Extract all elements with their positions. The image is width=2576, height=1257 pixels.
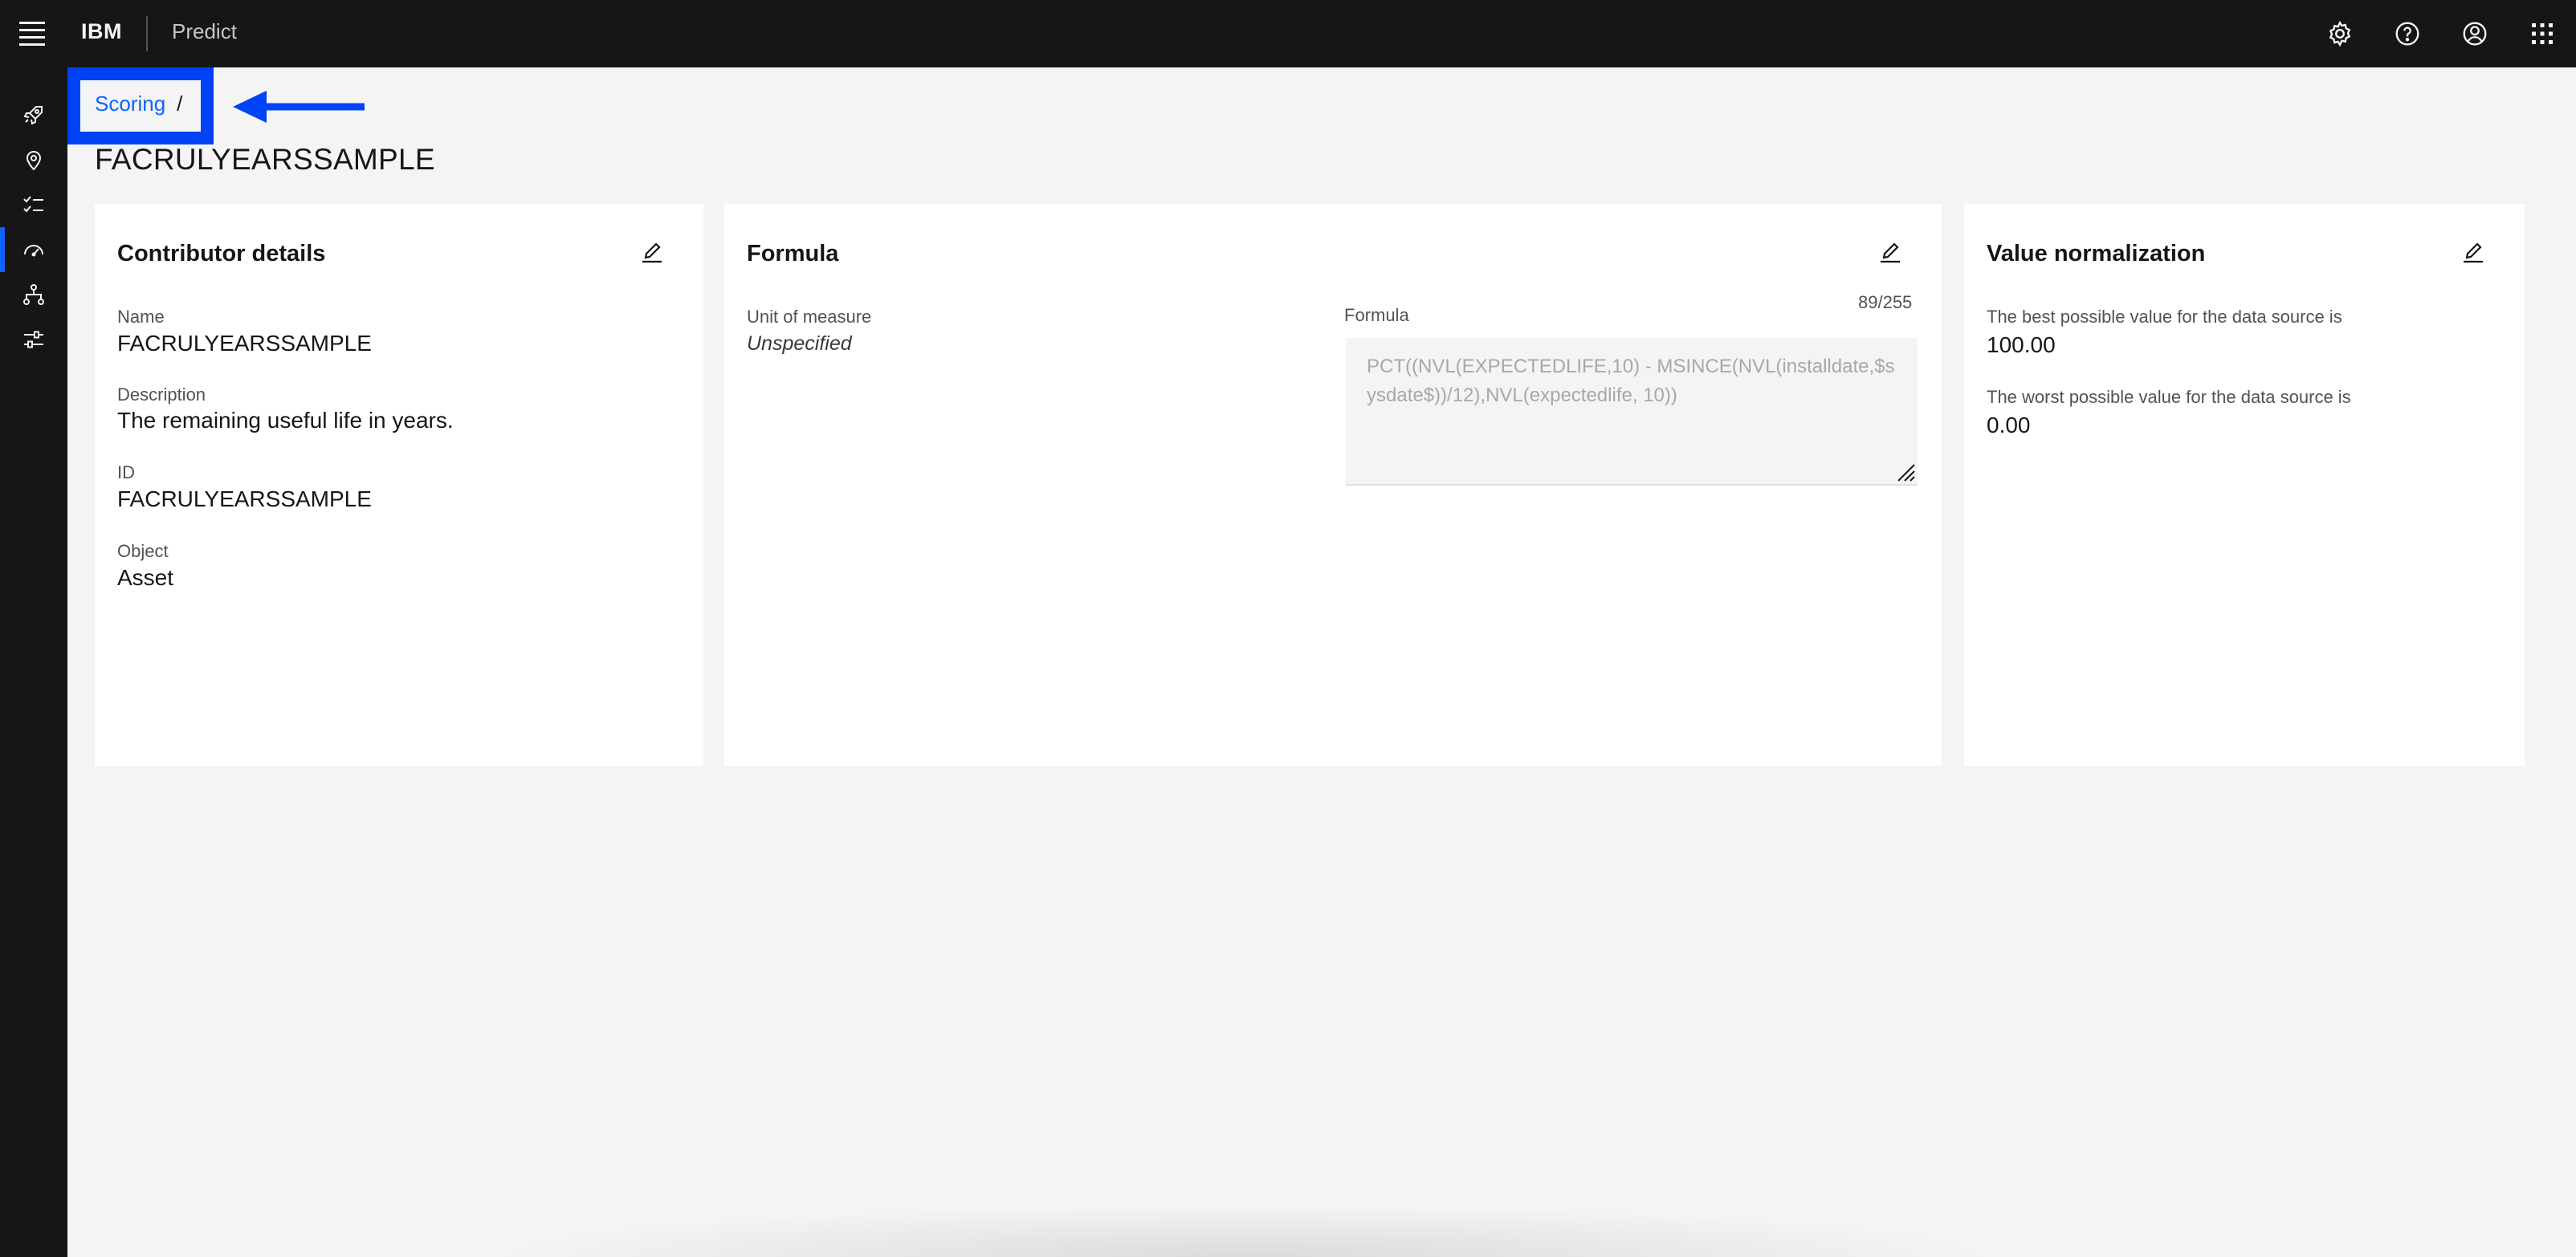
brand-name[interactable]: IBM [81, 19, 122, 44]
worst-value-label: The worst possible value for the data so… [1987, 387, 2351, 407]
formula-field-label: Formula [1344, 305, 1409, 325]
object-label: Object [117, 541, 169, 561]
hierarchy-icon [23, 284, 44, 305]
breadcrumb: Scoring / [95, 92, 182, 116]
formula-card: Formula Unit of measure Unspecified Form… [724, 204, 1942, 766]
best-value-label: The best possible value for the data sou… [1987, 307, 2342, 327]
header-actions [2306, 0, 2576, 67]
breadcrumb-link-scoring[interactable]: Scoring [95, 92, 165, 116]
description-label: Description [117, 384, 206, 405]
unit-of-measure-value: Unspecified [747, 332, 852, 355]
page-title: FACRULYEARSSAMPLE [95, 143, 435, 176]
edit-icon [2464, 242, 2483, 263]
arrow-left-icon [233, 91, 365, 123]
contributor-details-title: Contributor details [117, 241, 326, 266]
formula-text: PCT((NVL(EXPECTEDLIFE,10) - MSINCE(NVL(i… [1367, 356, 1895, 406]
settings-icon[interactable] [2306, 0, 2374, 67]
formula-textarea[interactable]: PCT((NVL(EXPECTEDLIFE,10) - MSINCE(NVL(i… [1346, 338, 1918, 486]
name-value: FACRULYEARSSAMPLE [117, 331, 372, 356]
sidebar-item-checklist[interactable] [0, 182, 67, 227]
header-divider [146, 16, 148, 51]
formula-title: Formula [747, 241, 839, 266]
contributor-details-card: Contributor details Name FACRULYEARSSAMP… [95, 204, 703, 766]
id-value: FACRULYEARSSAMPLE [117, 486, 372, 511]
edit-contributor-button[interactable] [634, 236, 670, 271]
best-value: 100.00 [1987, 332, 2056, 357]
resize-handle-icon[interactable] [1895, 462, 1916, 482]
app-switcher-icon[interactable] [2509, 0, 2576, 67]
meter-icon [24, 245, 43, 257]
name-label: Name [117, 307, 165, 327]
value-normalization-card: Value normalization The best possible va… [1964, 204, 2525, 766]
sidebar-item-scoring[interactable] [0, 227, 67, 272]
edit-icon [642, 242, 662, 263]
side-nav-rail [0, 67, 67, 1257]
menu-icon[interactable] [19, 21, 47, 47]
sidebar-item-settings[interactable] [0, 317, 67, 362]
location-icon [26, 151, 42, 171]
sidebar-item-hierarchy[interactable] [0, 272, 67, 317]
breadcrumb-separator: / [177, 92, 183, 116]
user-avatar-icon[interactable] [2441, 0, 2509, 67]
worst-value: 0.00 [1987, 413, 2031, 437]
value-normalization-title: Value normalization [1987, 241, 2206, 266]
description-value: The remaining useful life in years. [117, 408, 454, 433]
product-name[interactable]: Predict [172, 19, 237, 44]
object-value: Asset [117, 565, 174, 590]
sliders-icon [24, 331, 43, 348]
bottom-shadow [482, 1204, 2007, 1257]
top-header: IBM Predict [0, 0, 2576, 67]
edit-icon [1881, 242, 1900, 263]
sidebar-item-locations[interactable] [0, 137, 67, 182]
sidebar-item-rocket[interactable] [0, 92, 67, 137]
edit-formula-button[interactable] [1873, 236, 1908, 271]
checklist-icon [23, 196, 43, 213]
help-icon[interactable] [2374, 0, 2441, 67]
formula-char-counter: 89/255 [1858, 292, 1913, 312]
rocket-icon [23, 106, 43, 125]
unit-of-measure-label: Unit of measure [747, 307, 872, 327]
id-label: ID [117, 462, 135, 482]
edit-normalization-button[interactable] [2456, 236, 2491, 271]
